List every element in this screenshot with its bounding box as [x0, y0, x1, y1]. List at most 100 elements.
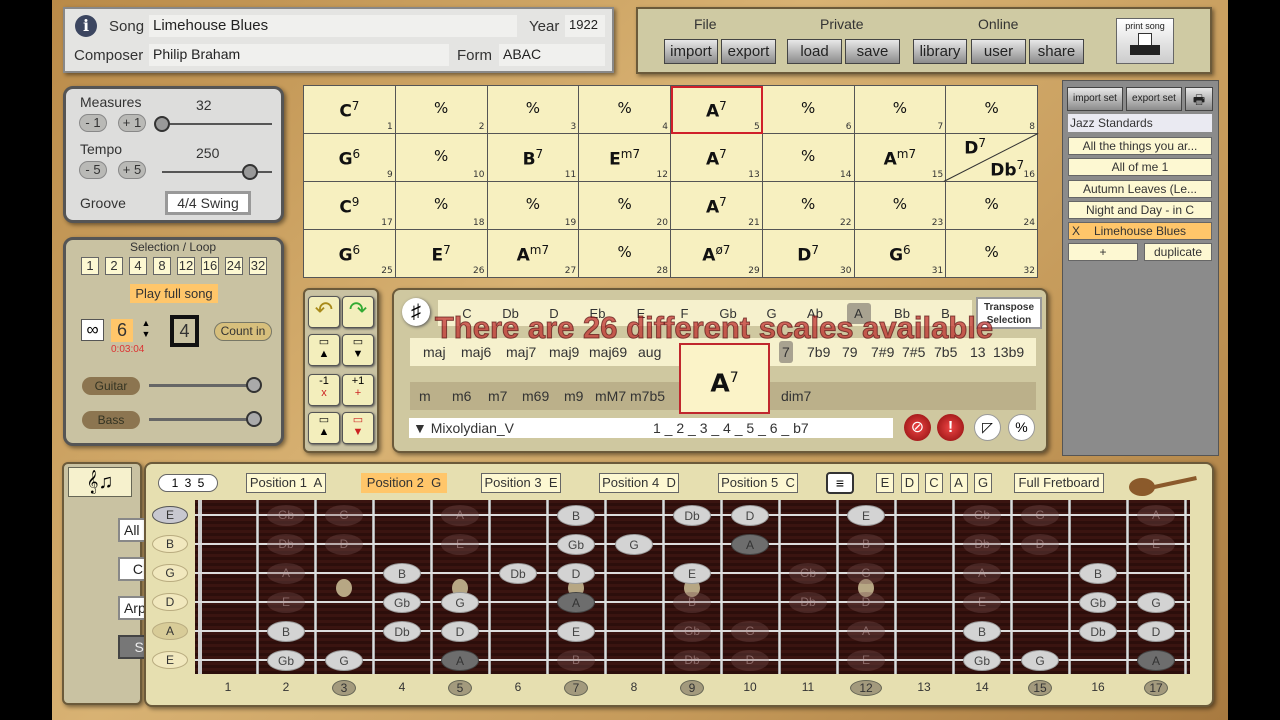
fret-note[interactable]: Db	[963, 534, 1001, 555]
chord-quality-m6[interactable]: m6	[449, 385, 474, 407]
measure-cell[interactable]: % 4	[579, 86, 671, 134]
fret-note[interactable]: G	[1137, 592, 1175, 613]
measure-cell[interactable]: % 28	[579, 230, 671, 278]
loop-size-4-button[interactable]: 4	[129, 257, 147, 275]
caged-shape-E-button[interactable]: E	[876, 473, 894, 493]
open-string-B-button[interactable]: B	[152, 535, 188, 553]
fret-note[interactable]: D	[847, 592, 885, 613]
warning-icon[interactable]: !	[937, 414, 964, 441]
root-note-A[interactable]: A	[846, 303, 871, 324]
play-full-song-button[interactable]: Play full song	[130, 284, 218, 303]
chord-quality-maj7[interactable]: maj7	[503, 341, 539, 363]
fret-note[interactable]: D	[731, 505, 769, 526]
song-title-field[interactable]: Limehouse Blues	[149, 15, 517, 37]
add-song-button[interactable]: +	[1068, 243, 1138, 261]
measure-cell[interactable]: D7 Db7 16	[943, 133, 1039, 182]
chord-quality-maj9[interactable]: maj9	[546, 341, 582, 363]
position-4-button[interactable]: Position 4 D	[599, 473, 679, 493]
fret-note[interactable]: G	[615, 534, 653, 555]
measure-cell[interactable]: % 14	[762, 134, 855, 182]
loop-size-12-button[interactable]: 12	[177, 257, 195, 275]
measure-cell[interactable]: % 24	[946, 182, 1038, 230]
measures-plus-button[interactable]: + 1	[118, 114, 146, 132]
export-button[interactable]: export	[721, 39, 776, 64]
fret-note[interactable]: Db	[673, 650, 711, 671]
fret-note[interactable]: Gb	[267, 505, 305, 526]
loop-count[interactable]: 6	[111, 319, 133, 342]
import-button[interactable]: import	[664, 39, 718, 64]
fret-note[interactable]: E	[1137, 534, 1175, 555]
chord-quality-7[interactable]: 7	[779, 341, 793, 363]
fret-note[interactable]: D	[1137, 621, 1175, 642]
position-1-button[interactable]: Position 1 A	[246, 473, 326, 493]
root-note-B[interactable]: B	[934, 303, 958, 324]
chord-quality-7b9[interactable]: 7b9	[804, 341, 833, 363]
measure-cell[interactable]: A7 13	[671, 134, 763, 182]
fret-note[interactable]: Db	[499, 563, 537, 584]
fret-note[interactable]: G	[441, 592, 479, 613]
measures-slider-handle[interactable]	[154, 116, 170, 132]
measures-minus-button[interactable]: - 1	[79, 114, 107, 132]
fret-note[interactable]: A	[267, 563, 305, 584]
fret-note[interactable]: Db	[789, 592, 827, 613]
chord-quality-mM7[interactable]: mM7	[592, 385, 629, 407]
setlist-song-item[interactable]: X Limehouse Blues	[1068, 222, 1212, 241]
fret-note[interactable]: Gb	[1079, 592, 1117, 613]
chord-quality-13[interactable]: 13	[967, 341, 989, 363]
fret-note[interactable]: A	[1137, 650, 1175, 671]
root-note-Gb[interactable]: Gb	[716, 303, 740, 324]
loop-size-2-button[interactable]: 2	[105, 257, 123, 275]
remove-measure-icon[interactable]: -1 x	[308, 374, 340, 406]
caged-shape-C-button[interactable]: C	[925, 473, 943, 493]
caged-shape-G-button[interactable]: G	[974, 473, 992, 493]
fret-note[interactable]: D	[1021, 534, 1059, 555]
fret-note[interactable]: B	[557, 505, 595, 526]
measure-cell[interactable]: % 7	[854, 86, 947, 134]
import-set-button[interactable]: import set	[1067, 87, 1123, 111]
fret-note[interactable]: Db	[673, 505, 711, 526]
groove-select[interactable]: 4/4 Swing	[165, 191, 251, 215]
repeat-measure-icon[interactable]: %	[1008, 414, 1035, 441]
scale-select[interactable]: ▼ Mixolydian_V 1 _ 2 _ 3 _ 4 _ 5 _ 6 _ b…	[409, 418, 893, 438]
measure-cell[interactable]: Am7 27	[487, 230, 580, 278]
composer-field[interactable]: Philip Braham	[149, 44, 449, 66]
root-note-G[interactable]: G	[760, 303, 784, 324]
measure-cell[interactable]: % 18	[395, 182, 488, 230]
fret-note[interactable]: A	[557, 592, 595, 613]
measure-cell[interactable]: E7 26	[395, 230, 488, 278]
bass-volume-handle[interactable]	[245, 411, 262, 427]
root-note-Ab[interactable]: Ab	[803, 303, 827, 324]
redo-icon[interactable]: ↷	[342, 296, 374, 328]
scale-pattern-icon[interactable]: ≡	[826, 472, 854, 494]
root-note-F[interactable]: F	[673, 303, 697, 324]
fret-note[interactable]: E	[441, 534, 479, 555]
fret-note[interactable]: A	[731, 534, 769, 555]
fret-note[interactable]: Gb	[557, 534, 595, 555]
measure-cell[interactable]: % 2	[395, 86, 488, 134]
fret-note[interactable]: A	[1137, 505, 1175, 526]
fret-note[interactable]: B	[673, 592, 711, 613]
duplicate-song-button[interactable]: duplicate	[1144, 243, 1212, 261]
fret-note[interactable]: B	[1079, 563, 1117, 584]
measure-cell[interactable]: C7 1	[304, 86, 396, 134]
position-3-button[interactable]: Position 3 E	[481, 473, 561, 493]
loop-size-32-button[interactable]: 32	[249, 257, 267, 275]
root-note-Bb[interactable]: Bb	[890, 303, 914, 324]
library-button[interactable]: library	[913, 39, 967, 64]
position-5-button[interactable]: Position 5 C	[718, 473, 798, 493]
chord-quality-79[interactable]: 79	[839, 341, 861, 363]
fret-note[interactable]: A	[963, 563, 1001, 584]
tempo-plus-button[interactable]: + 5	[118, 161, 146, 179]
measure-cell[interactable]: Aø7 29	[671, 230, 763, 278]
fret-note[interactable]: B	[847, 534, 885, 555]
sharp-flat-toggle-icon[interactable]: ♯	[402, 298, 430, 326]
setlist-name-field[interactable]: Jazz Standards	[1068, 114, 1212, 132]
open-string-D-button[interactable]: D	[152, 593, 188, 611]
open-string-A-button[interactable]: A	[152, 622, 188, 640]
loop-count-stepper[interactable]: ▲ ▼	[139, 318, 153, 342]
bass-volume-slider[interactable]	[149, 418, 259, 421]
fret-note[interactable]: A	[441, 505, 479, 526]
user-button[interactable]: user	[971, 39, 1026, 64]
measure-cell[interactable]: % 20	[579, 182, 671, 230]
chord-quality-7#9[interactable]: 7#9	[868, 341, 897, 363]
